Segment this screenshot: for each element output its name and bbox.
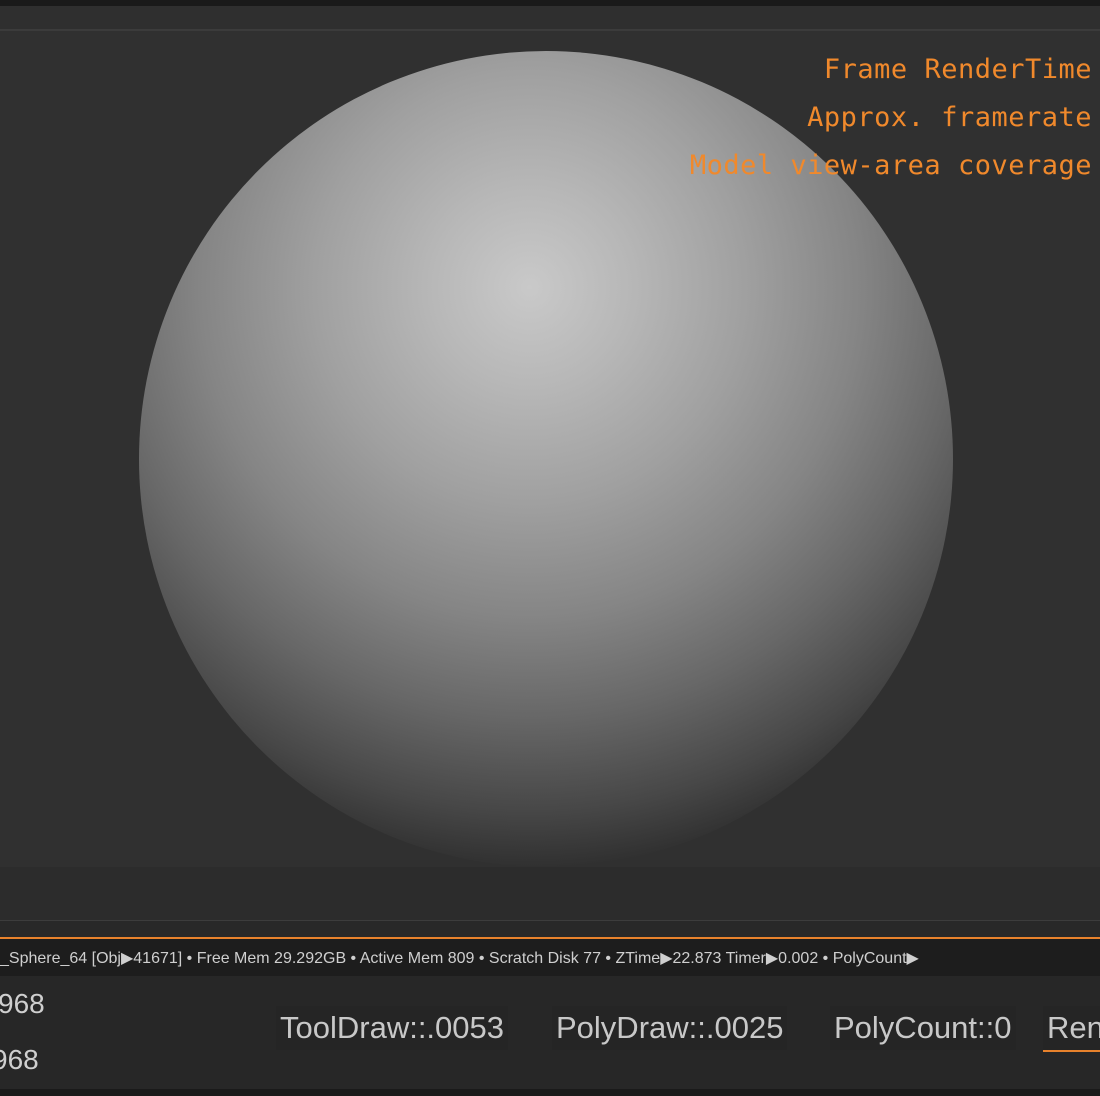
polydraw-stat: PolyDraw::.0025	[552, 1006, 788, 1050]
bottom-tray	[0, 867, 1100, 921]
status-gap	[0, 921, 1100, 937]
status-text: _Sphere_64 [Obj▶41671] • Free Mem 29.292…	[0, 950, 919, 967]
left-value-1: 968	[0, 988, 45, 1019]
overlay-view-area-coverage: Model view-area coverage	[689, 150, 1092, 181]
status-bar: _Sphere_64 [Obj▶41671] • Free Mem 29.292…	[0, 937, 1100, 976]
info-area: 968 968 ToolDraw::.0053 PolyDraw::.0025 …	[0, 976, 1100, 1089]
top-toolbar	[0, 6, 1100, 30]
render-tab[interactable]: Ren	[1043, 1006, 1100, 1052]
tooldraw-stat: ToolDraw::.0053	[276, 1006, 509, 1050]
left-value-2: 968	[0, 1044, 39, 1075]
polycount-stat: PolyCount::0	[830, 1006, 1016, 1050]
bottom-strip	[0, 1089, 1100, 1096]
overlay-approx-framerate: Approx. framerate	[807, 102, 1092, 133]
viewport-canvas[interactable]: Frame RenderTime Approx. framerate Model…	[0, 30, 1100, 868]
overlay-frame-rendertime: Frame RenderTime	[823, 54, 1092, 85]
